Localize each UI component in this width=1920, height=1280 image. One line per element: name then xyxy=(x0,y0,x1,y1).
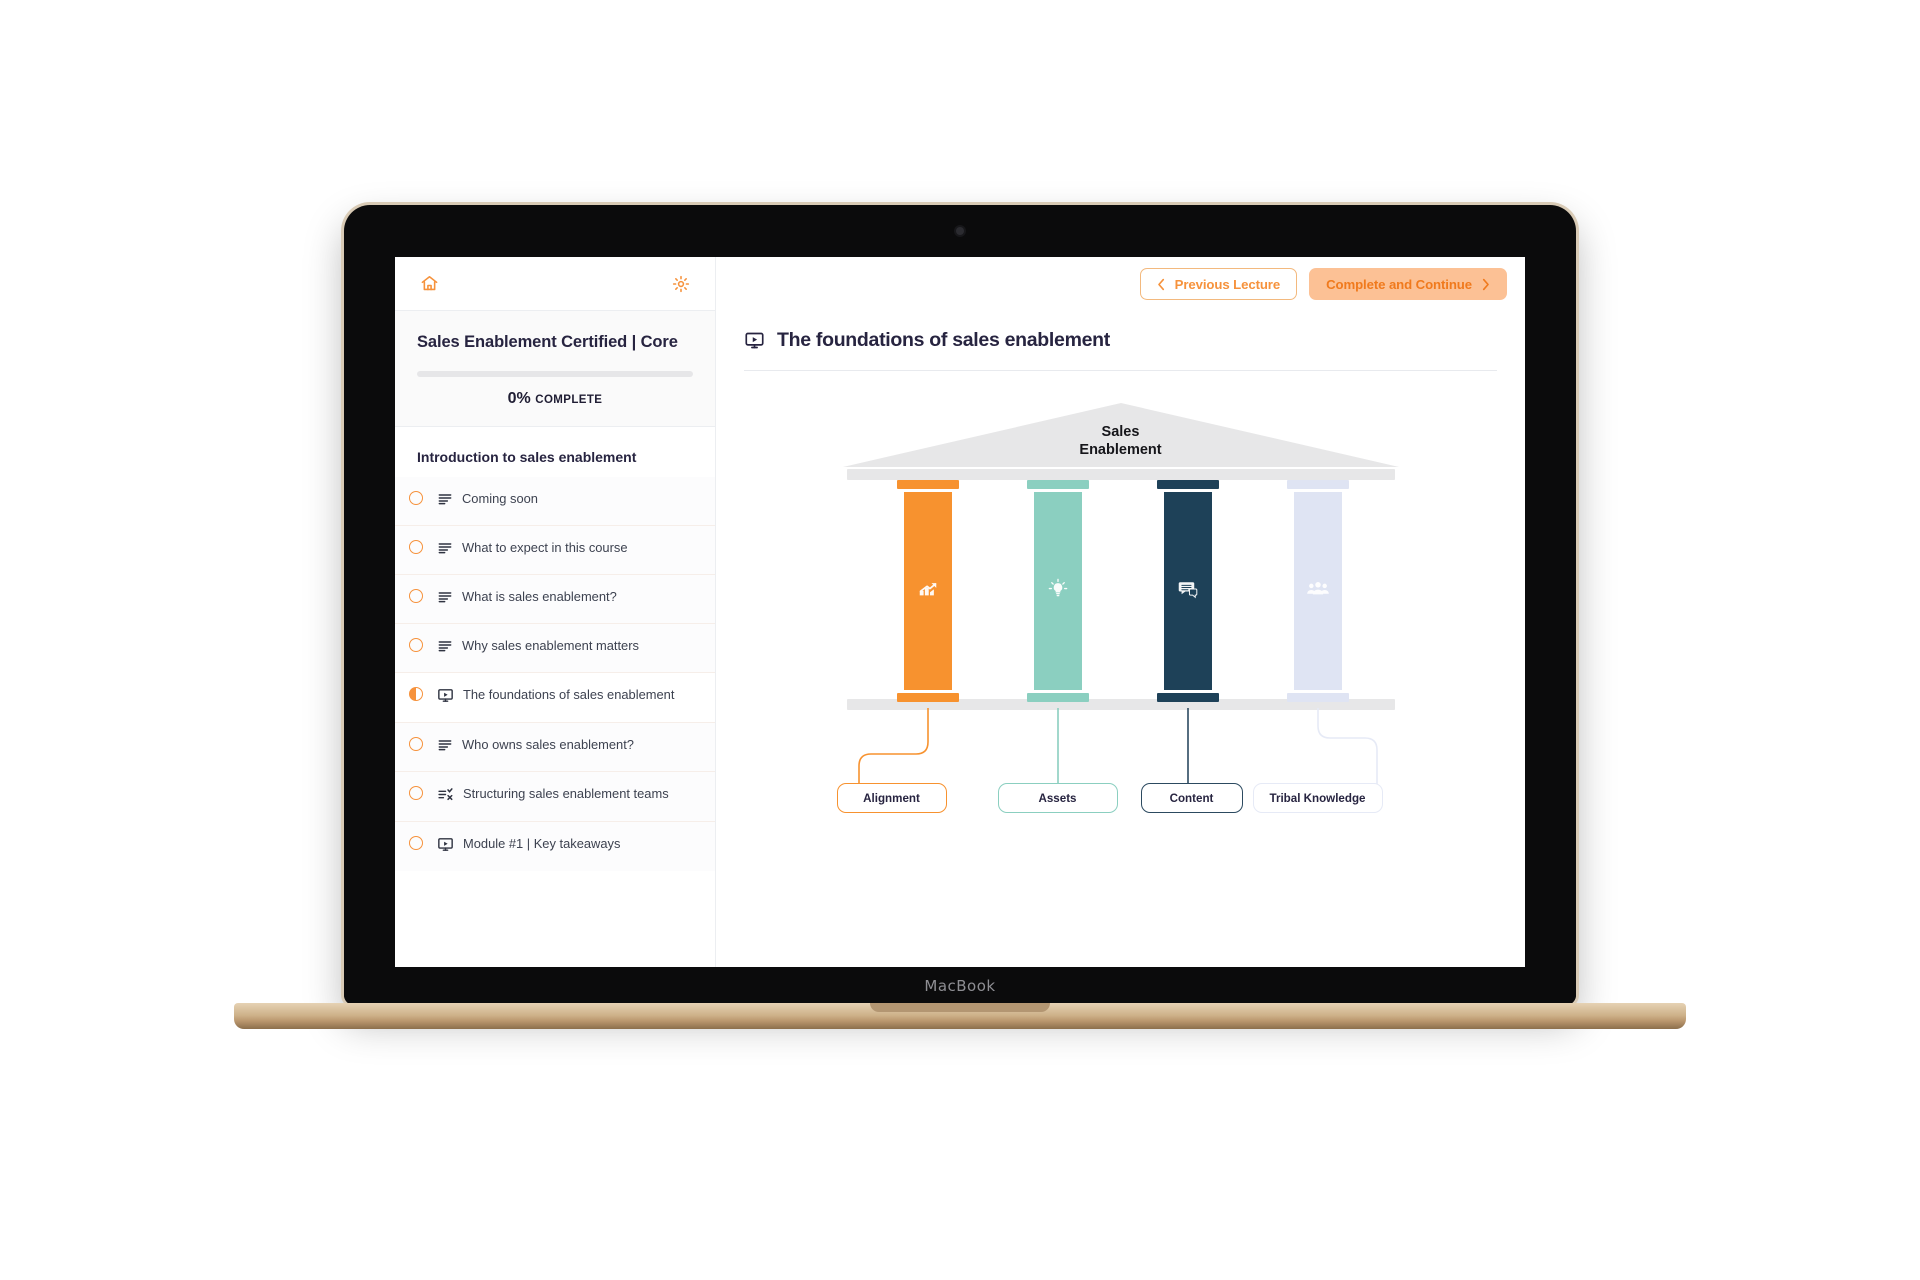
lesson-list-item-active[interactable]: The foundations of sales enablement xyxy=(395,672,715,723)
chevron-left-icon xyxy=(1157,278,1166,291)
lesson-status-incomplete-icon xyxy=(395,526,437,555)
lesson-title: What is sales enablement? xyxy=(462,589,617,605)
lesson-status-incomplete-icon xyxy=(395,575,437,604)
lesson-status-incomplete-icon xyxy=(395,723,437,752)
lesson-list-item[interactable]: Why sales enablement matters xyxy=(395,623,715,673)
lesson-list-item[interactable]: What to expect in this course xyxy=(395,525,715,575)
lesson-status-incomplete-icon xyxy=(395,477,437,506)
course-progress-text: 0% COMPLETE xyxy=(417,390,693,408)
video-lesson-icon xyxy=(437,836,454,858)
course-summary: Sales Enablement Certified | Core 0% COM… xyxy=(395,311,715,428)
progress-label: COMPLETE xyxy=(535,394,603,407)
lesson-status-incomplete-icon xyxy=(395,822,437,851)
laptop-chin: MacBook xyxy=(344,967,1576,1005)
lesson-title: Module #1 | Key takeaways xyxy=(463,836,621,852)
lesson-status-incomplete-icon xyxy=(395,624,437,653)
roof-label-line-1: Sales xyxy=(1101,424,1140,440)
page-title: The foundations of sales enablement xyxy=(777,329,1110,351)
leaf-label: Tribal Knowledge xyxy=(1269,791,1366,805)
quiz-lesson-icon xyxy=(437,786,454,808)
course-title: Sales Enablement Certified | Core xyxy=(417,333,678,351)
chat-bubbles-icon xyxy=(1177,578,1199,605)
leaf-box-content[interactable]: Content xyxy=(1140,783,1243,813)
sales-enablement-pillars-diagram: Sales Enablement Alignment Assets Conten… xyxy=(836,401,1401,813)
device-brand-label: MacBook xyxy=(924,977,996,995)
laptop-mockup: Sales Enablement Certified | Core 0% COM… xyxy=(84,205,1844,1080)
roof-label: Sales Enablement xyxy=(841,423,1401,459)
laptop-lid: Sales Enablement Certified | Core 0% COM… xyxy=(344,205,1576,1005)
webcam-icon xyxy=(956,227,964,235)
lesson-list-item[interactable]: Coming soon xyxy=(395,477,715,526)
chevron-right-icon xyxy=(1481,278,1490,291)
lesson-list-item[interactable]: Structuring sales enablement teams xyxy=(395,771,715,822)
sidebar: Sales Enablement Certified | Core 0% COM… xyxy=(395,257,716,967)
lesson-status-in-progress-icon xyxy=(395,673,437,702)
previous-lecture-label: Previous Lecture xyxy=(1174,276,1281,292)
lesson-list-item[interactable]: Module #1 | Key takeaways xyxy=(395,821,715,872)
laptop-shadow xyxy=(84,1020,1844,1080)
lesson-title: The foundations of sales enablement xyxy=(463,687,675,703)
previous-lecture-button[interactable]: Previous Lecture xyxy=(1139,268,1298,300)
pillar-tribal-knowledge xyxy=(1286,480,1349,702)
course-progress-bar xyxy=(417,371,693,378)
text-lesson-icon xyxy=(437,491,453,512)
lightbulb-icon xyxy=(1047,578,1069,605)
lesson-title: Who owns sales enablement? xyxy=(462,737,634,753)
roof-label-line-2: Enablement xyxy=(1079,442,1162,459)
course-app: Sales Enablement Certified | Core 0% COM… xyxy=(395,257,1525,967)
screenshot-root: Sales Enablement Certified | Core 0% COM… xyxy=(0,0,1920,1280)
leaf-box-tribal-knowledge[interactable]: Tribal Knowledge xyxy=(1252,783,1383,813)
people-group-icon xyxy=(1306,579,1330,604)
pillar-content xyxy=(1156,480,1219,702)
leaf-box-alignment[interactable]: Alignment xyxy=(836,783,947,813)
laptop-base xyxy=(234,1003,1686,1029)
home-icon[interactable] xyxy=(417,272,441,296)
entablature-bar xyxy=(846,469,1395,480)
gear-icon[interactable] xyxy=(669,272,693,296)
lesson-title: Structuring sales enablement teams xyxy=(463,786,669,802)
text-lesson-icon xyxy=(437,737,453,758)
lesson-title: Why sales enablement matters xyxy=(462,638,639,654)
lecture-canvas: Sales Enablement Alignment Assets Conten… xyxy=(716,371,1525,967)
lecture-toolbar: Previous Lecture Complete and Continue xyxy=(716,257,1525,311)
pillar-assets xyxy=(1026,480,1089,702)
lesson-list: Coming soon What to expect in this cours… xyxy=(395,477,715,967)
lesson-title: What to expect in this course xyxy=(462,540,628,556)
section-title: Introduction to sales enablement xyxy=(417,449,637,466)
text-lesson-icon xyxy=(437,540,453,561)
lesson-list-item[interactable]: What is sales enablement? xyxy=(395,574,715,624)
lesson-list-item[interactable]: Who owns sales enablement? xyxy=(395,722,715,772)
video-lesson-icon xyxy=(437,687,454,709)
leaf-label: Assets xyxy=(1038,791,1077,805)
text-lesson-icon xyxy=(437,638,453,659)
lesson-title: Coming soon xyxy=(462,491,538,507)
progress-percent: 0% xyxy=(507,390,531,408)
leaf-box-assets[interactable]: Assets xyxy=(997,783,1118,813)
pillar-alignment xyxy=(896,480,959,702)
complete-and-continue-label: Complete and Continue xyxy=(1326,276,1472,292)
leaf-label: Content xyxy=(1169,791,1214,805)
main-content: Previous Lecture Complete and Continue T… xyxy=(716,257,1525,967)
text-lesson-icon xyxy=(437,589,453,610)
complete-and-continue-button[interactable]: Complete and Continue xyxy=(1309,268,1507,300)
trending-chart-icon xyxy=(917,578,939,605)
video-lesson-icon xyxy=(744,330,765,351)
lecture-header: The foundations of sales enablement xyxy=(716,311,1525,352)
lesson-status-incomplete-icon xyxy=(395,772,437,801)
screen: Sales Enablement Certified | Core 0% COM… xyxy=(395,257,1525,967)
leaf-label: Alignment xyxy=(863,791,920,805)
sidebar-toolbar xyxy=(395,257,715,311)
